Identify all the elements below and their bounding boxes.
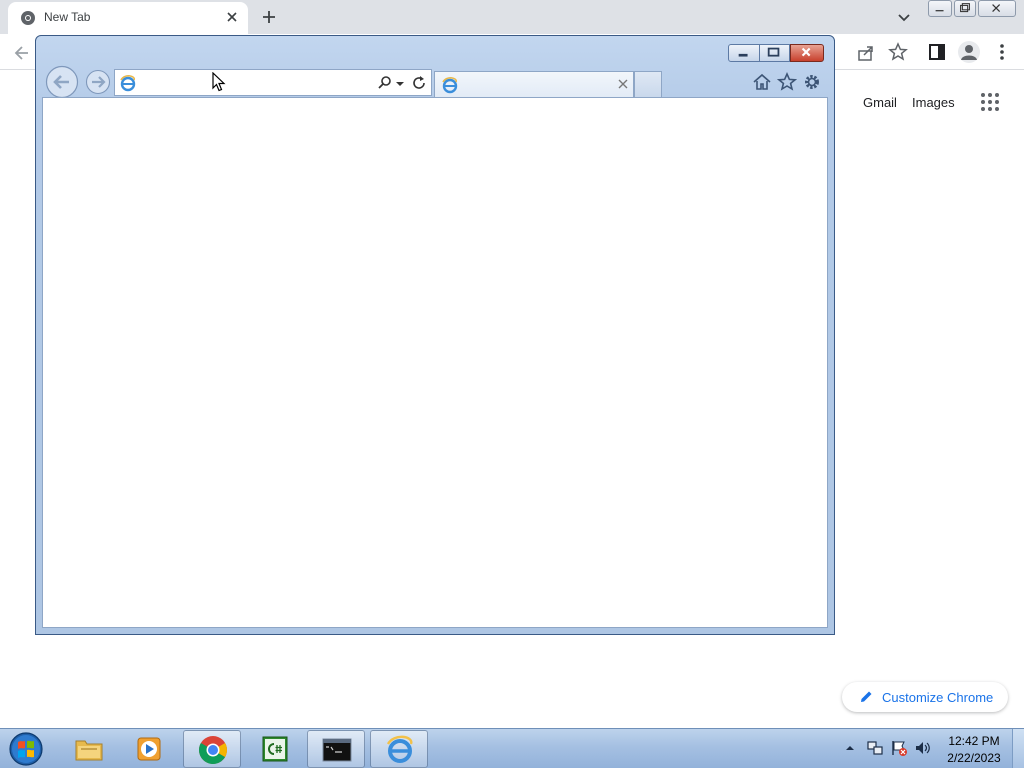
ie-page-icon [120, 75, 136, 92]
csharp-icon [262, 736, 288, 762]
customize-chrome-button[interactable]: Customize Chrome [842, 682, 1008, 712]
tools-gear-icon[interactable] [802, 72, 822, 92]
start-button-windows-icon[interactable] [6, 731, 46, 767]
ie-icon [386, 735, 413, 763]
taskbar-internet-explorer[interactable] [370, 730, 428, 768]
folder-icon [75, 740, 103, 761]
clock-date[interactable]: 2/22/2023 [944, 751, 1004, 765]
customize-chrome-label: Customize Chrome [882, 690, 994, 705]
desktop-screen: New Tab Gmail Images Customize Chrome 12… [0, 0, 1024, 768]
mouse-cursor-icon [212, 72, 226, 92]
ie-page-content[interactable] [42, 97, 828, 628]
show-hidden-icons-arrow-icon[interactable] [845, 743, 855, 753]
ie-tab-icon [442, 77, 458, 94]
share-icon[interactable] [856, 43, 876, 63]
minimize-icon [738, 53, 748, 57]
close-tab-icon[interactable] [224, 9, 240, 25]
chrome-tab-strip: New Tab [0, 0, 1024, 34]
ie-maximize-button[interactable] [760, 44, 790, 62]
dropdown-arrow-icon[interactable] [395, 75, 405, 91]
network-icon[interactable] [866, 739, 884, 757]
action-center-flag-icon[interactable] [890, 739, 908, 757]
cmd-icon [322, 738, 352, 762]
ie-new-tab-button[interactable] [634, 71, 662, 97]
maximize-icon [767, 47, 780, 57]
ie-back-button-icon[interactable] [45, 65, 79, 99]
ie-close-button[interactable] [790, 44, 824, 62]
close-tab-icon[interactable] [617, 78, 629, 90]
chrome-icon [199, 736, 227, 764]
show-desktop-button[interactable] [1012, 729, 1024, 768]
tab-search-chevron-icon[interactable] [896, 9, 912, 25]
ie-forward-button-icon[interactable] [85, 69, 111, 95]
media-player-icon [137, 737, 161, 761]
chrome-restore-button[interactable] [954, 0, 976, 17]
profile-avatar-icon[interactable] [958, 41, 980, 63]
chrome-menu-kebab-icon[interactable] [994, 42, 1010, 62]
refresh-icon[interactable] [411, 75, 427, 91]
chrome-minimize-button[interactable] [928, 0, 952, 17]
volume-speaker-icon[interactable] [914, 739, 932, 757]
chrome-close-window-button[interactable] [978, 0, 1016, 17]
taskbar-command-prompt[interactable] [307, 730, 365, 768]
close-window-icon [992, 4, 1001, 13]
clock-time[interactable]: 12:42 PM [944, 734, 1004, 748]
taskbar-windows-explorer[interactable] [60, 730, 118, 768]
new-tab-plus-icon[interactable] [260, 8, 278, 26]
ie-address-bar[interactable] [114, 69, 432, 96]
images-link[interactable]: Images [912, 95, 955, 110]
ie-address-input[interactable] [139, 72, 369, 93]
search-icon[interactable] [377, 75, 393, 91]
taskbar: 12:42 PM 2/22/2023 [0, 728, 1024, 768]
chrome-tab-new-tab[interactable]: New Tab [8, 2, 248, 34]
gmail-link[interactable]: Gmail [863, 95, 897, 110]
home-icon[interactable] [752, 72, 772, 92]
ie-tab[interactable] [434, 71, 634, 97]
bookmark-star-icon[interactable] [888, 42, 908, 62]
restore-icon [960, 3, 970, 13]
chrome-favicon-icon [21, 11, 35, 25]
side-panel-icon[interactable] [928, 43, 946, 61]
ie-minimize-button[interactable] [728, 44, 760, 62]
taskbar-google-chrome[interactable] [183, 730, 241, 768]
chrome-back-arrow-icon[interactable] [12, 43, 32, 63]
google-apps-grid-icon[interactable] [980, 92, 1000, 112]
taskbar-media-player[interactable] [120, 730, 178, 768]
close-icon [801, 47, 811, 57]
pencil-icon [861, 691, 872, 702]
favorites-star-icon[interactable] [777, 72, 797, 92]
chrome-tab-title: New Tab [44, 10, 91, 24]
taskbar-csharp-editor[interactable] [246, 730, 304, 768]
ie-window [35, 35, 835, 635]
ie-window-controls [728, 44, 826, 62]
minimize-icon [935, 10, 944, 12]
